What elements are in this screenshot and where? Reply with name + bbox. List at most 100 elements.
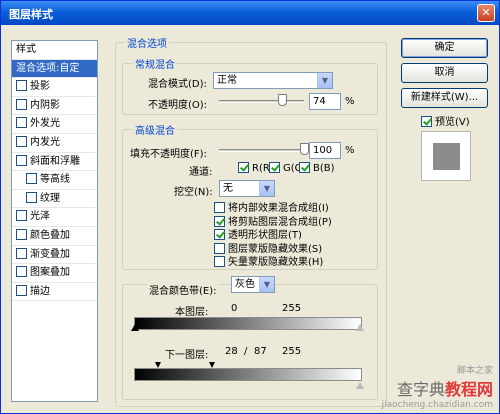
- cancel-button[interactable]: 取消: [401, 63, 488, 83]
- preview-label: 预览(V): [435, 117, 470, 128]
- style-list-item[interactable]: 纹理: [12, 190, 97, 209]
- blend-if-select[interactable]: 灰色 ▼: [231, 276, 275, 293]
- preview-swatch: [433, 143, 460, 170]
- this-layer-black-slider[interactable]: [131, 324, 139, 331]
- title-bar[interactable]: 图层样式 ✕: [1, 1, 499, 25]
- style-list-item[interactable]: 内阴影: [12, 97, 97, 116]
- underlying-layer-high: 255: [282, 346, 302, 357]
- advanced-option-checkbox[interactable]: [214, 229, 225, 240]
- channel-checkbox[interactable]: [269, 162, 280, 173]
- knockout-select[interactable]: 无 ▼: [219, 180, 275, 197]
- fill-opacity-label: 填充不透明度(F):: [130, 149, 207, 160]
- style-checkbox[interactable]: [16, 80, 27, 92]
- opacity-input[interactable]: 74: [309, 93, 341, 110]
- opacity-label: 不透明度(O):: [148, 100, 208, 111]
- style-list-item[interactable]: 等高线: [12, 171, 97, 190]
- style-checkbox[interactable]: [16, 154, 27, 166]
- watermark-line1: 查字典: [396, 380, 445, 399]
- style-list-header[interactable]: 样式: [12, 41, 97, 60]
- channel-checkbox[interactable]: [299, 162, 310, 173]
- new-style-button[interactable]: 新建样式(W)...: [401, 88, 488, 108]
- style-list-item[interactable]: 内发光: [12, 134, 97, 153]
- style-list: 样式 混合选项:自定投影内阴影外发光内发光斜面和浮雕等高线纹理光泽颜色叠加渐变叠…: [11, 40, 98, 402]
- style-list-item-label: 斜面和浮雕: [30, 155, 80, 167]
- underlying-layer-white-slider[interactable]: [356, 382, 364, 389]
- blend-mode-value: 正常: [217, 75, 237, 86]
- window-title: 图层样式: [9, 8, 53, 21]
- style-list-item-label: 图案叠加: [30, 267, 70, 279]
- opacity-slider[interactable]: [219, 100, 304, 103]
- style-list-item-label: 光泽: [30, 211, 50, 223]
- underlying-layer-gradient: [134, 368, 362, 381]
- style-list-item-label: 混合选项:自定: [16, 62, 80, 74]
- advanced-option-checkbox[interactable]: [214, 202, 225, 213]
- fill-opacity-slider-thumb[interactable]: [300, 143, 309, 155]
- ok-button[interactable]: 确定: [401, 38, 488, 58]
- style-list-item[interactable]: 颜色叠加: [12, 227, 97, 246]
- blend-mode-label: 混合模式(D):: [148, 79, 207, 90]
- style-list-item[interactable]: 图案叠加: [12, 264, 97, 283]
- style-list-item[interactable]: 混合选项:自定: [12, 59, 97, 79]
- style-list-item[interactable]: 斜面和浮雕: [12, 153, 97, 172]
- style-checkbox[interactable]: [26, 191, 37, 203]
- fill-opacity-input[interactable]: 100: [309, 142, 341, 159]
- blend-if-label: 混合颜色带(E):: [147, 282, 219, 297]
- knockout-label: 挖空(N):: [174, 187, 213, 198]
- knockout-value: 无: [223, 183, 233, 194]
- style-list-item[interactable]: 光泽: [12, 208, 97, 227]
- advanced-option-checkbox[interactable]: [214, 256, 225, 267]
- watermark-line3: 脚本之家: [456, 366, 493, 376]
- blend-options-title: 混合选项: [125, 35, 169, 50]
- preview-checkbox-row[interactable]: 预览(V): [421, 113, 470, 128]
- chevron-down-icon: ▼: [317, 73, 332, 88]
- style-list-item-label: 纹理: [40, 192, 60, 204]
- advanced-option-checkbox[interactable]: [214, 242, 225, 254]
- advanced-option-checkbox[interactable]: [214, 215, 225, 227]
- blend-if-group: [122, 284, 378, 400]
- style-checkbox[interactable]: [16, 228, 27, 240]
- blend-mode-select[interactable]: 正常 ▼: [213, 72, 333, 89]
- style-list-item-label: 颜色叠加: [30, 229, 70, 241]
- style-checkbox[interactable]: [16, 266, 27, 278]
- preview-checkbox[interactable]: [421, 116, 432, 127]
- advanced-option-label: 矢量蒙版隐藏效果(H): [228, 257, 324, 268]
- style-list-item-label: 投影: [30, 81, 50, 93]
- style-list-item[interactable]: 描边: [12, 283, 97, 302]
- blend-if-value: 灰色: [235, 279, 255, 290]
- style-list-item-label: 等高线: [40, 174, 70, 186]
- this-layer-white-slider[interactable]: [356, 324, 364, 331]
- close-icon[interactable]: ✕: [477, 4, 495, 22]
- this-layer-high: 255: [282, 303, 302, 314]
- style-list-item[interactable]: 外发光: [12, 115, 97, 134]
- chevron-down-icon: ▼: [259, 277, 274, 292]
- style-checkbox[interactable]: [16, 135, 27, 147]
- advanced-option-row[interactable]: 矢量蒙版隐藏效果(H): [214, 253, 323, 268]
- style-checkbox[interactable]: [16, 117, 27, 129]
- style-list-item-label: 内发光: [30, 136, 60, 148]
- channel-checkbox-row[interactable]: B(B): [299, 162, 335, 174]
- style-checkbox[interactable]: [16, 98, 27, 110]
- channel-checkbox[interactable]: [238, 162, 249, 173]
- advanced-blending-title: 高级混合: [133, 122, 177, 137]
- opacity-slider-thumb[interactable]: [277, 94, 287, 106]
- channel-label: B(B): [313, 163, 335, 174]
- style-checkbox[interactable]: [16, 210, 27, 222]
- style-list-item-label: 渐变叠加: [30, 248, 70, 260]
- style-checkbox[interactable]: [16, 284, 27, 296]
- style-list-item[interactable]: 投影: [12, 78, 97, 97]
- underlying-layer-label: 下一图层:: [165, 350, 209, 361]
- style-list-item[interactable]: 渐变叠加: [12, 246, 97, 265]
- underlying-layer-sep: /: [244, 346, 248, 357]
- this-layer-low: 0: [231, 303, 238, 314]
- watermark-line2: 教程网: [444, 380, 493, 399]
- style-checkbox[interactable]: [16, 247, 27, 259]
- underlying-layer-mid: 87: [254, 346, 267, 357]
- style-list-item-label: 外发光: [30, 118, 60, 130]
- this-layer-gradient: [134, 317, 362, 330]
- style-preview-thumbnail: [421, 131, 471, 181]
- watermark-line4: jiaocheng.chazidian.com: [381, 400, 493, 410]
- watermark: 脚本之家 查字典教程网 jiaocheng.chazidian.com: [382, 363, 493, 410]
- style-checkbox[interactable]: [26, 173, 37, 185]
- fill-opacity-slider[interactable]: [219, 149, 304, 152]
- opacity-unit: %: [345, 96, 355, 107]
